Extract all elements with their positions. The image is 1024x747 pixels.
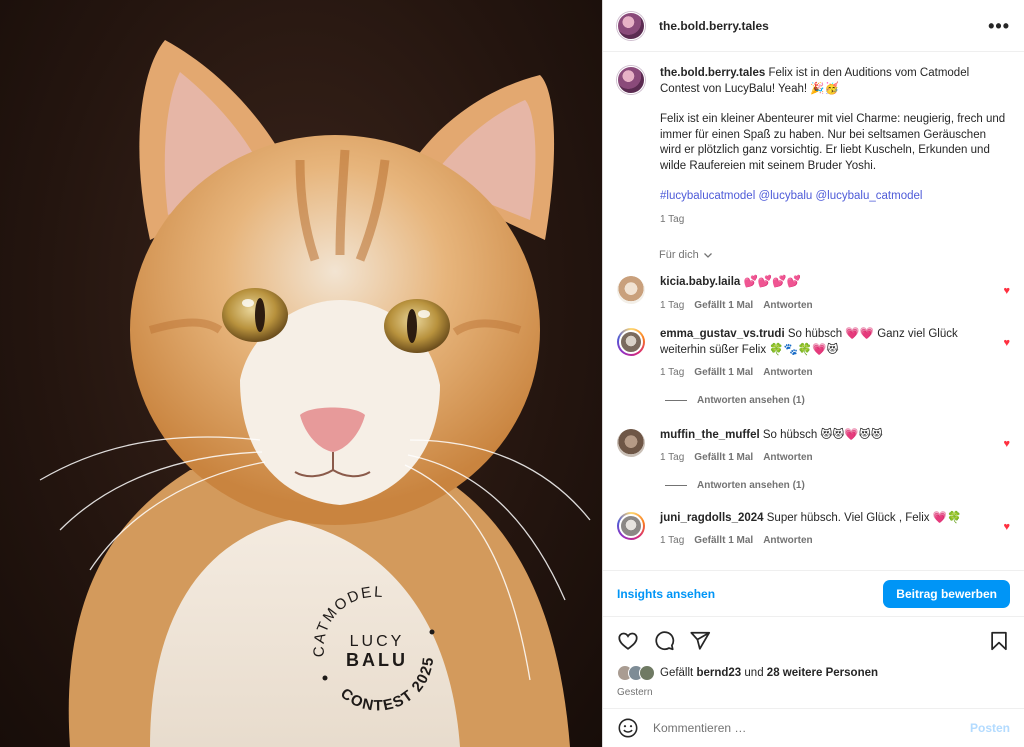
- caption-time: 1 Tag: [660, 213, 685, 225]
- comment-item: muffin_the_muffel So hübsch 😻😻💗😻😻 1 Tag …: [617, 428, 1010, 466]
- heart-icon[interactable]: ♥: [1003, 337, 1010, 349]
- post-side-panel: the.bold.berry.tales ••• the.bold.berry.…: [602, 0, 1024, 747]
- comment-time: 1 Tag: [660, 367, 685, 378]
- post-actions: Gefällt bernd23 und 28 weitere Personen …: [603, 616, 1024, 708]
- comment-username[interactable]: emma_gustav_vs.trudi: [660, 328, 785, 340]
- comment-item: emma_gustav_vs.trudi So hübsch 💗💗 Ganz v…: [617, 327, 1010, 381]
- caption-line-2: Felix ist ein kleiner Abenteurer mit vie…: [660, 113, 1006, 172]
- share-icon[interactable]: [689, 630, 711, 652]
- comment-input[interactable]: [653, 721, 970, 735]
- caption: the.bold.berry.tales Felix ist in den Au…: [617, 66, 1010, 227]
- post-header: the.bold.berry.tales •••: [603, 0, 1024, 52]
- contest-seal: CATMODEL LUCY BALU CONTEST 2025: [305, 582, 450, 727]
- comment-filter-label: Für dich: [659, 249, 699, 261]
- view-replies-label: Antworten ansehen (1): [697, 394, 805, 406]
- comment-filter-dropdown[interactable]: Für dich: [659, 247, 1010, 263]
- comment-composer: Posten: [603, 708, 1024, 747]
- cat-photo: [39, 40, 591, 747]
- comments-scroll-area[interactable]: the.bold.berry.tales Felix ist in den Au…: [603, 52, 1024, 570]
- comment-text: Super hübsch. Viel Glück , Felix 💗🍀: [766, 511, 962, 524]
- more-icon[interactable]: •••: [988, 17, 1010, 35]
- contest-seal-graphic: CATMODEL LUCY BALU CONTEST 2025: [311, 584, 436, 715]
- likes-summary: Gefällt bernd23 und 28 weitere Personen: [617, 665, 1010, 681]
- comment-likes[interactable]: Gefällt 1 Mal: [694, 365, 753, 381]
- reply-button[interactable]: Antworten: [763, 533, 812, 549]
- promote-post-button[interactable]: Beitrag bewerben: [883, 579, 1010, 608]
- comment-time: 1 Tag: [660, 535, 685, 546]
- comment-time: 1 Tag: [660, 299, 685, 311]
- liker-avatars[interactable]: [617, 665, 655, 681]
- seal-balu-text: BALU: [346, 650, 408, 670]
- commenter-avatar[interactable]: [617, 511, 645, 540]
- reply-button[interactable]: Antworten: [763, 298, 812, 314]
- divider: [665, 399, 687, 401]
- caption-avatar[interactable]: [617, 66, 645, 94]
- avatar: [639, 665, 655, 681]
- caption-tags[interactable]: #lucybalucatmodel @lucybalu @lucybalu_ca…: [660, 189, 1010, 205]
- seal-lucy-text: LUCY: [350, 633, 405, 650]
- heart-icon[interactable]: ♥: [1003, 521, 1010, 533]
- post-date: Gestern: [617, 687, 653, 698]
- comment-time: 1 Tag: [660, 452, 685, 463]
- emoji-icon[interactable]: [617, 717, 639, 739]
- post-photo[interactable]: CATMODEL LUCY BALU CONTEST 2025: [0, 0, 602, 747]
- comment-likes[interactable]: Gefällt 1 Mal: [694, 298, 753, 314]
- reply-button[interactable]: Antworten: [763, 365, 812, 381]
- commenter-avatar[interactable]: [617, 328, 645, 356]
- commenter-avatar[interactable]: [617, 428, 645, 457]
- view-replies-button[interactable]: Antworten ansehen (1): [665, 480, 1010, 491]
- view-replies-button[interactable]: Antworten ansehen (1): [665, 395, 1010, 406]
- comment-username[interactable]: juni_ragdolls_2024: [660, 512, 764, 524]
- caption-username[interactable]: the.bold.berry.tales: [660, 67, 765, 79]
- comment-username[interactable]: kicia.baby.laila: [660, 276, 740, 288]
- comment-username[interactable]: muffin_the_muffel: [660, 429, 760, 441]
- likes-others[interactable]: 28 weitere Personen: [767, 667, 878, 679]
- comment-likes[interactable]: Gefällt 1 Mal: [694, 533, 753, 549]
- likes-middle: und: [744, 667, 764, 679]
- likes-prefix: Gefällt: [660, 667, 694, 679]
- heart-icon[interactable]: [617, 630, 639, 652]
- post-comment-button[interactable]: Posten: [970, 721, 1010, 735]
- comment-item: kicia.baby.laila 💕💕💕💕 1 Tag Gefällt 1 Ma…: [617, 275, 1010, 313]
- view-replies-label: Antworten ansehen (1): [697, 479, 805, 491]
- commenter-avatar[interactable]: [617, 276, 645, 304]
- comment-icon[interactable]: [653, 630, 675, 652]
- author-avatar[interactable]: [617, 11, 645, 40]
- divider: [665, 484, 687, 486]
- insights-bar: Insights ansehen Beitrag bewerben: [603, 570, 1024, 616]
- reply-button[interactable]: Antworten: [763, 450, 812, 466]
- likes-user[interactable]: bernd23: [696, 667, 741, 679]
- heart-icon[interactable]: ♥: [1003, 438, 1010, 450]
- author-username[interactable]: the.bold.berry.tales: [659, 19, 769, 33]
- comment-likes[interactable]: Gefällt 1 Mal: [694, 450, 753, 466]
- post-modal: CATMODEL LUCY BALU CONTEST 2025 the.bold…: [0, 0, 1024, 747]
- comment-text: So hübsch 😻😻💗😻😻: [762, 428, 883, 441]
- insights-link[interactable]: Insights ansehen: [617, 587, 715, 601]
- heart-icon[interactable]: ♥: [1003, 285, 1010, 297]
- comment-item: juni_ragdolls_2024 Super hübsch. Viel Gl…: [617, 511, 1010, 549]
- bookmark-icon[interactable]: [988, 630, 1010, 652]
- comment-text: 💕💕💕💕: [743, 276, 801, 288]
- chevron-down-icon: [703, 253, 712, 258]
